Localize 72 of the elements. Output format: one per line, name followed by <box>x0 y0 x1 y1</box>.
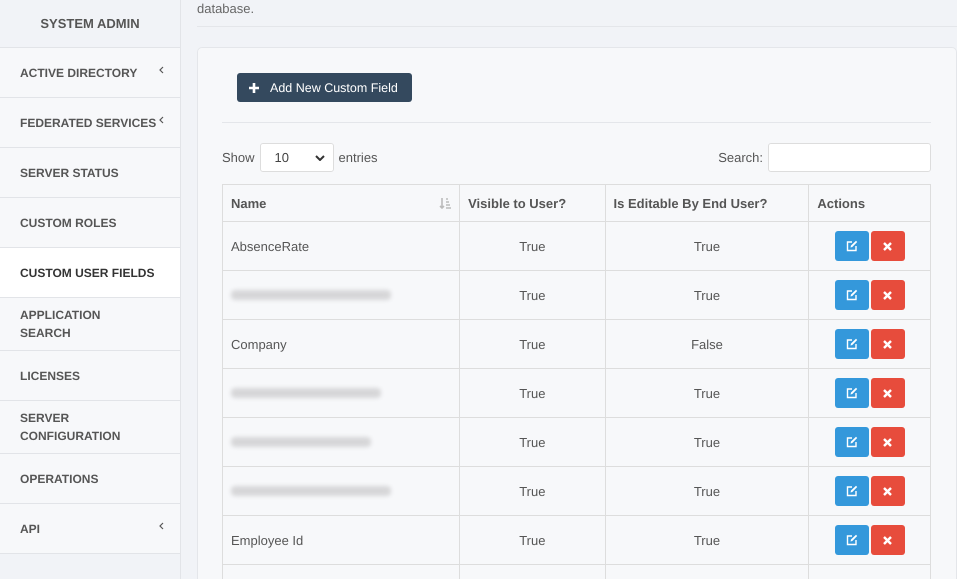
close-icon <box>883 242 892 250</box>
table-cell: True <box>460 516 606 564</box>
edit-icon <box>846 289 858 301</box>
sidebar-item[interactable]: LICENSES <box>0 351 180 401</box>
close-icon <box>883 486 892 496</box>
sidebar-item[interactable]: CUSTOM USER FIELDS <box>0 248 180 298</box>
edit-button[interactable] <box>834 329 869 359</box>
edit-button[interactable] <box>834 476 869 506</box>
table-cell: True <box>605 270 809 320</box>
table-cell: Employee Id <box>222 516 460 564</box>
column-header[interactable]: Name <box>222 184 460 222</box>
chevron-left-icon <box>159 66 164 74</box>
sidebar-item[interactable]: OPERATIONS <box>0 454 180 504</box>
edit-button[interactable] <box>834 378 869 408</box>
edit-icon <box>846 436 858 448</box>
search-label: Search: <box>718 150 763 165</box>
edit-button[interactable] <box>834 231 869 261</box>
close-icon <box>883 388 892 398</box>
edit-icon <box>846 534 858 546</box>
edit-icon <box>846 338 858 350</box>
table-cell: True <box>460 466 606 516</box>
edit-button[interactable] <box>834 525 869 555</box>
edit-icon <box>846 387 858 399</box>
table-cell: True <box>460 418 606 466</box>
sidebar-item[interactable]: API <box>0 504 180 554</box>
show-label: Show <box>222 150 255 165</box>
delete-button[interactable] <box>870 525 905 555</box>
table-cell: True <box>605 222 809 270</box>
column-header: Actions <box>808 184 930 222</box>
edit-button[interactable] <box>834 427 869 457</box>
delete-button[interactable] <box>870 329 905 359</box>
entries-label: entries <box>338 150 378 165</box>
table-cell: Company <box>222 320 460 368</box>
sidebar-item[interactable]: ACTIVE DIRECTORY <box>0 48 180 98</box>
close-icon <box>883 438 892 446</box>
table-cell: True <box>460 270 606 320</box>
table-cell: AbsenceRate <box>222 222 460 270</box>
add-field-button[interactable]: Add New Custom Field <box>237 73 412 102</box>
column-header[interactable]: Is Editable By End User? <box>605 184 809 222</box>
plus-icon <box>249 82 259 92</box>
edit-icon <box>846 240 858 252</box>
table-cell: True <box>460 222 606 270</box>
table-cell: False <box>605 320 809 368</box>
chevron-down-icon <box>314 154 325 160</box>
close-icon <box>883 536 892 544</box>
sidebar-item[interactable]: FEDERATED SERVICES <box>0 98 180 148</box>
edit-button[interactable] <box>834 280 869 310</box>
chevron-left-icon <box>159 116 164 124</box>
sidebar-item[interactable]: SERVER CONFIGURATION <box>0 401 180 454</box>
chevron-left-icon <box>159 522 164 530</box>
table-cell: True <box>605 516 809 564</box>
search-field[interactable] <box>768 143 931 172</box>
description-text: database. <box>197 2 256 18</box>
sort-icon <box>439 197 452 209</box>
close-icon <box>883 340 892 348</box>
edit-icon <box>846 485 858 497</box>
column-header[interactable]: Visible to User? <box>460 184 606 222</box>
table-cell: True <box>605 466 809 516</box>
delete-button[interactable] <box>870 427 905 457</box>
table-cell: True <box>460 320 606 368</box>
delete-button[interactable] <box>870 280 905 310</box>
close-icon <box>883 290 892 300</box>
table-cell: True <box>605 368 809 418</box>
table-cell: True <box>460 368 606 418</box>
delete-button[interactable] <box>870 378 905 408</box>
delete-button[interactable] <box>870 476 905 506</box>
table-cell: True <box>605 418 809 466</box>
entries-select[interactable]: 10 <box>260 143 334 172</box>
sidebar-item[interactable]: APPLICATION SEARCH <box>0 298 180 351</box>
sidebar-item[interactable]: CUSTOM ROLES <box>0 198 180 248</box>
delete-button[interactable] <box>870 231 905 261</box>
sidebar-item[interactable]: SERVER STATUS <box>0 148 180 198</box>
